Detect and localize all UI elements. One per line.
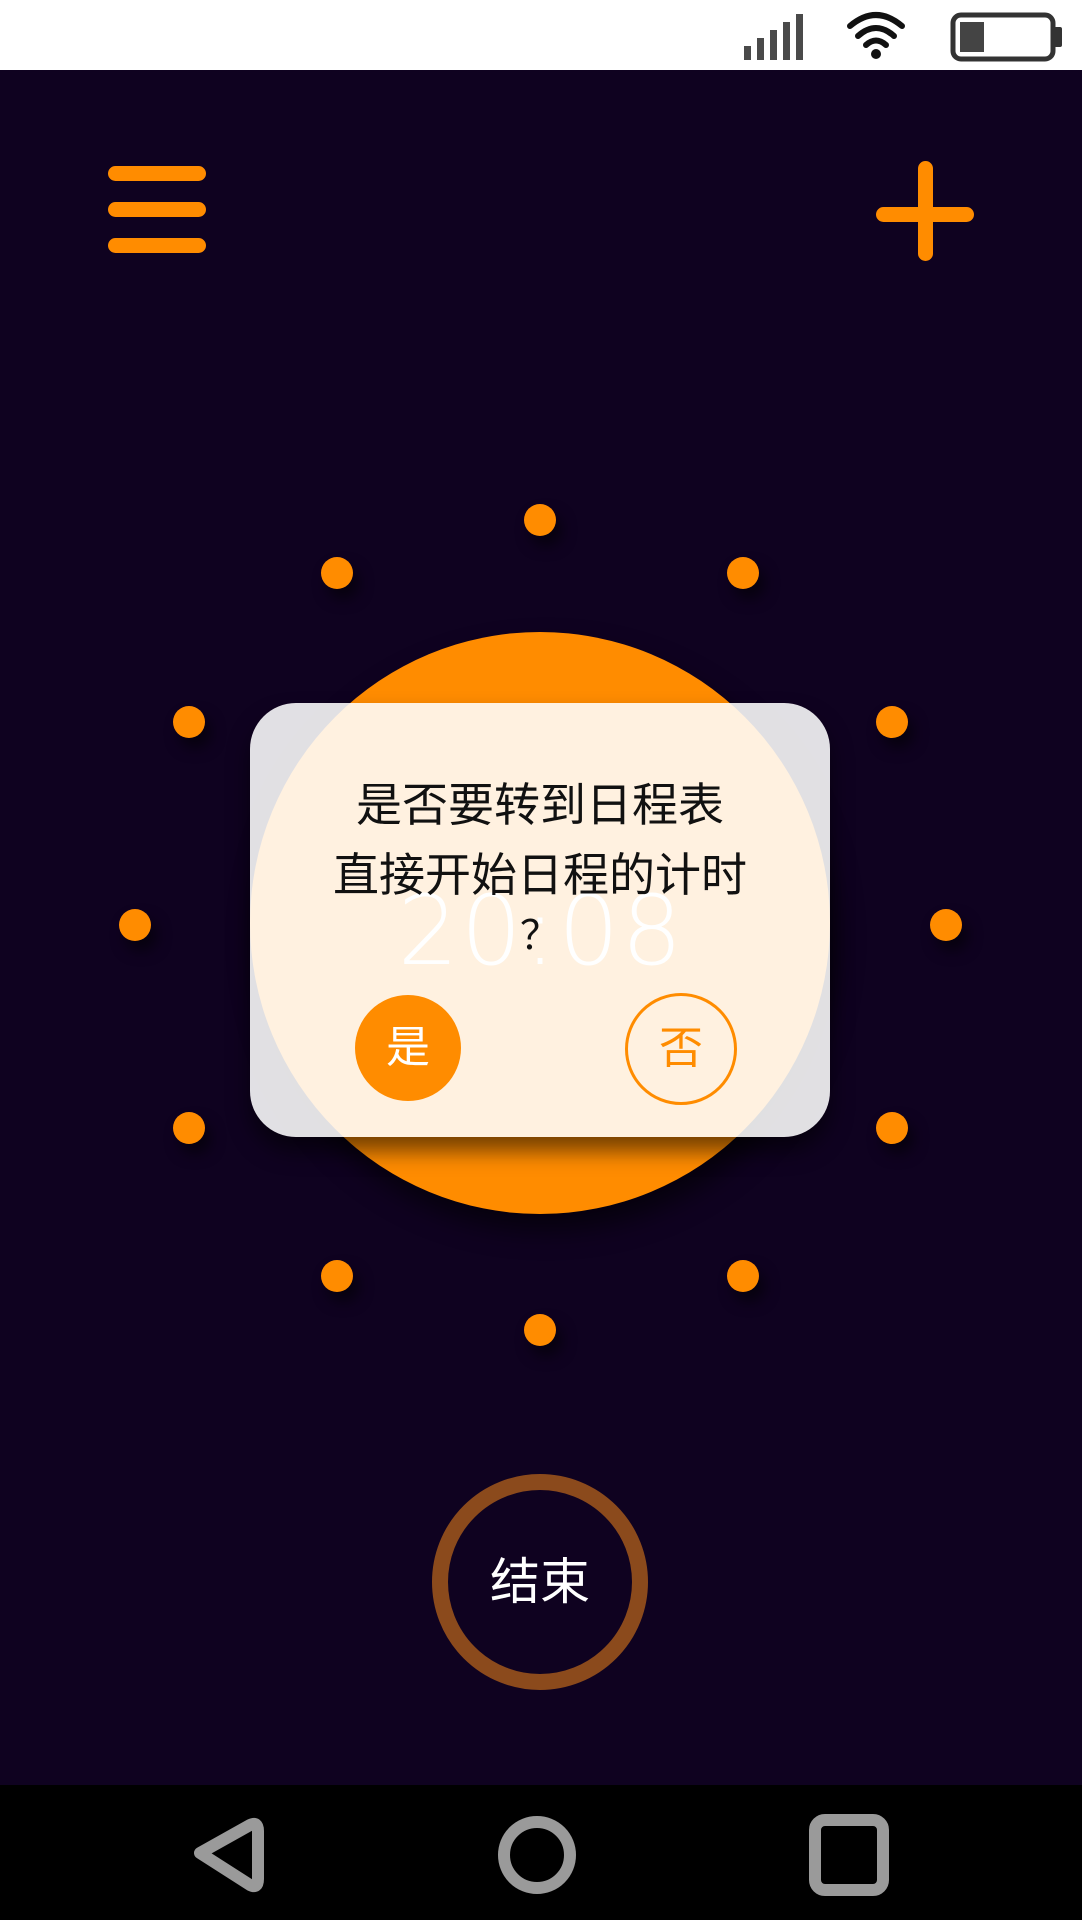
- ring-dot: [876, 706, 908, 738]
- yes-button[interactable]: 是: [355, 995, 461, 1101]
- signal-icon: [744, 14, 803, 60]
- dialog-message-line1: 是否要转到日程表: [356, 778, 724, 832]
- no-button[interactable]: 否: [625, 993, 737, 1105]
- end-button[interactable]: 结束: [432, 1474, 648, 1690]
- navigation-bar: [0, 1785, 1082, 1920]
- home-icon: [498, 1816, 576, 1894]
- ring-dot: [727, 557, 759, 589]
- app-screen: 20:08 是否要转到日程表 直接开始日程的计时 ？ 是 否 结束: [0, 70, 1082, 1785]
- dialog-message-line3: ？: [520, 913, 560, 959]
- home-button[interactable]: [482, 1805, 592, 1905]
- back-icon: [194, 1817, 264, 1893]
- ring-dot: [321, 557, 353, 589]
- wifi-icon: [847, 12, 905, 59]
- ring-dot: [173, 1112, 205, 1144]
- recents-button[interactable]: [795, 1805, 905, 1905]
- dialog-message-line2: 直接开始日程的计时: [333, 848, 747, 902]
- recents-icon: [809, 1814, 889, 1896]
- ring-dot: [727, 1260, 759, 1292]
- menu-button[interactable]: [100, 160, 210, 265]
- ring-dot: [876, 1112, 908, 1144]
- confirm-dialog: 是否要转到日程表 直接开始日程的计时 ？ 是 否: [250, 703, 830, 1137]
- status-bar: [0, 0, 1082, 70]
- ring-dot: [524, 504, 556, 536]
- ring-dot: [524, 1314, 556, 1346]
- add-button[interactable]: [870, 155, 985, 270]
- battery-icon: [950, 12, 1062, 62]
- back-button[interactable]: [172, 1805, 282, 1905]
- ring-dot: [321, 1260, 353, 1292]
- ring-dot: [173, 706, 205, 738]
